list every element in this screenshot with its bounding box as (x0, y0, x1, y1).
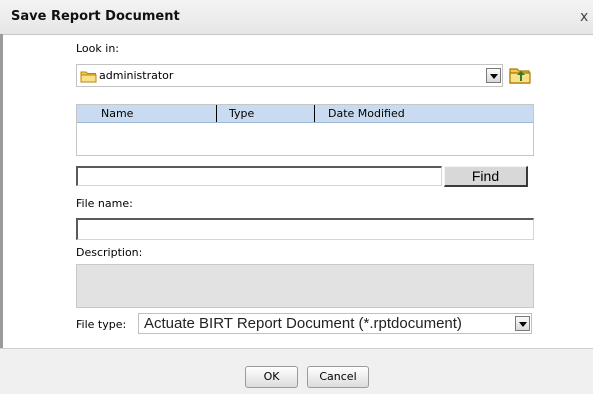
chevron-down-icon[interactable] (486, 68, 501, 83)
file-list[interactable]: Name Type Date Modified (76, 104, 534, 156)
column-header-date-modified[interactable]: Date Modified (328, 105, 405, 122)
file-list-header: Name Type Date Modified (77, 105, 533, 123)
dialog-titlebar[interactable]: Save Report Document x (0, 0, 593, 35)
chevron-down-icon[interactable] (515, 316, 530, 331)
dialog-title: Save Report Document (11, 9, 180, 24)
look-in-label: Look in: (76, 42, 119, 55)
column-header-type[interactable]: Type (229, 105, 254, 122)
file-name-label: File name: (76, 197, 133, 210)
ok-button[interactable]: OK (245, 366, 298, 388)
file-type-select[interactable]: Actuate BIRT Report Document (*.rptdocum… (138, 313, 532, 334)
folder-icon (80, 71, 97, 83)
look-in-select[interactable]: administrator (76, 64, 503, 87)
look-in-value: administrator (99, 69, 174, 82)
close-icon[interactable]: x (580, 9, 588, 25)
window-edge (0, 34, 3, 393)
up-folder-icon[interactable] (509, 65, 531, 85)
column-divider[interactable] (216, 105, 217, 122)
file-type-label: File type: (76, 318, 127, 331)
column-header-name[interactable]: Name (101, 105, 133, 122)
save-report-dialog: Save Report Document x Look in: administ… (0, 0, 593, 394)
dialog-footer: OK Cancel (0, 348, 593, 394)
file-name-input[interactable] (76, 218, 534, 240)
description-field[interactable] (76, 264, 534, 308)
search-input[interactable] (76, 166, 442, 186)
column-divider[interactable] (314, 105, 315, 122)
description-label: Description: (76, 246, 143, 259)
find-button[interactable]: Find (444, 166, 528, 187)
cancel-button[interactable]: Cancel (307, 366, 369, 388)
file-type-value: Actuate BIRT Report Document (*.rptdocum… (144, 315, 462, 332)
